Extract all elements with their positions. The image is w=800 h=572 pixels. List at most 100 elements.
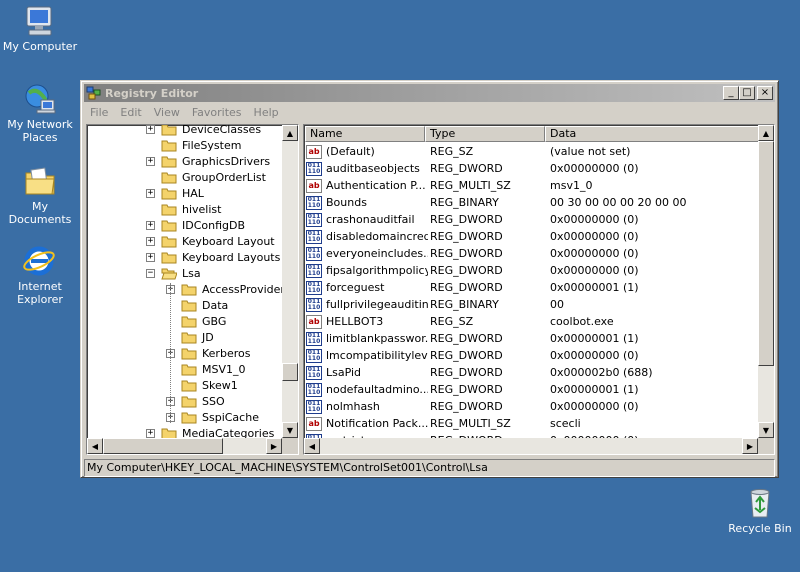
tree-item[interactable]: + Keyboard Layout (146, 233, 275, 249)
desktop-icon-my-network-places[interactable]: My Network Places (0, 82, 80, 144)
menu-view[interactable]: View (148, 106, 186, 119)
value-type: REG_BINARY (430, 298, 499, 311)
tree-item[interactable]: Data (166, 297, 228, 313)
maximize-button[interactable]: □ (739, 86, 755, 100)
list-row[interactable]: 011 110 crashonauditfail REG_DWORD 0x0000000… (306, 211, 758, 228)
list-row[interactable]: 011 110 fipsalgorithmpolicy REG_DWORD 0x0000… (306, 262, 758, 279)
menu-edit[interactable]: Edit (114, 106, 147, 119)
tree-item[interactable]: JD (166, 329, 214, 345)
scroll-thumb[interactable] (282, 363, 298, 381)
value-name: Notification Pack... (326, 417, 428, 430)
list-row[interactable]: 011 110 auditbaseobjects REG_DWORD 0x0000000… (306, 160, 758, 177)
tree-item[interactable]: + HAL (146, 185, 204, 201)
tree-item[interactable]: MSV1_0 (166, 361, 246, 377)
value-data: 00 30 00 00 00 20 00 00 (550, 196, 687, 209)
scroll-up-button[interactable]: ▲ (758, 125, 774, 141)
collapse-icon[interactable]: − (146, 268, 155, 278)
minimize-button[interactable]: _ (723, 86, 739, 100)
value-name: auditbaseobjects (326, 162, 420, 175)
tree-item-label: Data (202, 298, 229, 312)
value-data: 0x00000000 (0) (550, 162, 639, 175)
folder-icon (181, 380, 197, 391)
expand-icon[interactable]: + (146, 236, 155, 246)
tree-item-label: GBG (202, 314, 227, 328)
scroll-right-button[interactable]: ▶ (266, 438, 282, 454)
expand-icon[interactable]: + (146, 220, 155, 230)
tree-item[interactable]: + SspiCache (166, 409, 259, 425)
list-row[interactable]: 011 110 LsaPid REG_DWORD 0x000002b0 (688) (306, 364, 758, 381)
network-icon (25, 84, 56, 114)
column-header-type[interactable]: Type (425, 126, 545, 142)
scroll-down-button[interactable]: ▼ (282, 422, 298, 438)
column-header-data[interactable]: Data (545, 126, 759, 142)
value-data: 0x00000000 (0) (550, 349, 639, 362)
desktop-icon-my-computer[interactable]: My Computer (0, 4, 80, 53)
list-row[interactable]: 011 110 limitblankpasswor... REG_DWORD 0x000… (306, 330, 758, 347)
list-row[interactable]: 011 110 lmcompatibilitylevel REG_DWORD 0x000… (306, 347, 758, 364)
tree-item[interactable]: + SSO (166, 393, 225, 409)
value-name: nodefaultadmino... (326, 383, 428, 396)
tree-horizontal-scrollbar[interactable]: ◀ ▶ (87, 438, 282, 454)
tree-item[interactable]: + Kerberos (166, 345, 250, 361)
list-row[interactable]: ab HELLBOT3 REG_SZ coolbot.exe (306, 313, 758, 330)
list-vertical-scrollbar[interactable]: ▲ ▼ (758, 125, 774, 438)
expand-icon[interactable]: + (146, 428, 155, 438)
desktop-icon-internet-explorer[interactable]: Internet Explorer (0, 244, 80, 306)
scroll-thumb[interactable] (758, 141, 774, 366)
list-row[interactable]: 011 110 fullprivilegeauditing REG_BINARY 00 (306, 296, 758, 313)
tree-item[interactable]: − Lsa (146, 265, 201, 281)
scroll-left-button[interactable]: ◀ (87, 438, 103, 454)
list-row[interactable]: ab (Default) REG_SZ (value not set) (306, 143, 758, 160)
binary-value-icon: 011110 (306, 348, 322, 363)
registry-key-tree[interactable]: + DeviceClasses FileSystem + GraphicsDrivers… (86, 124, 299, 455)
list-row[interactable]: 011 110 Bounds REG_BINARY 00 30 00 00 00 20 … (306, 194, 758, 211)
menu-favorites[interactable]: Favorites (186, 106, 248, 119)
tree-item[interactable]: + DeviceClasses (146, 124, 262, 137)
tree-item[interactable]: GroupOrderList (146, 169, 266, 185)
desktop-icon-my-documents[interactable]: My Documents (0, 164, 80, 226)
list-row[interactable]: ab Notification Pack... REG_MULTI_SZ scecli (306, 415, 758, 432)
list-row[interactable]: ab Authentication P... REG_MULTI_SZ msv1_0 (306, 177, 758, 194)
close-button[interactable]: × (757, 86, 773, 100)
registry-values-list[interactable]: Name Type Data ab (Default) REG_SZ (value n… (303, 124, 775, 455)
tree-item[interactable]: hivelist (146, 201, 221, 217)
desktop-icon-label: My Documents (8, 200, 72, 226)
scroll-right-button[interactable]: ▶ (742, 438, 758, 454)
menu-file[interactable]: File (84, 106, 114, 119)
expand-icon[interactable]: + (146, 156, 155, 166)
expand-icon[interactable]: + (146, 125, 155, 134)
list-row[interactable]: 011 110 nolmhash REG_DWORD 0x00000000 (0) (306, 398, 758, 415)
scroll-up-button[interactable]: ▲ (282, 125, 298, 141)
column-header-name[interactable]: Name (305, 126, 425, 142)
expand-icon[interactable]: + (146, 252, 155, 262)
tree-item[interactable]: Skew1 (166, 377, 238, 393)
desktop-icon-recycle-bin[interactable]: Recycle Bin (720, 486, 800, 535)
tree-item[interactable]: FileSystem (146, 137, 241, 153)
scroll-thumb[interactable] (103, 438, 223, 454)
scroll-corner (758, 438, 774, 454)
value-name: forceguest (326, 281, 385, 294)
expand-icon[interactable]: + (146, 188, 155, 198)
list-row[interactable]: 011 110 forceguest REG_DWORD 0x00000001 (1) (306, 279, 758, 296)
menu-help[interactable]: Help (248, 106, 285, 119)
scroll-down-button[interactable]: ▼ (758, 422, 774, 438)
scroll-left-button[interactable]: ◀ (304, 438, 320, 454)
tree-item[interactable]: + AccessProviders (166, 281, 291, 297)
arrow-left-icon: ◀ (91, 441, 99, 451)
list-row[interactable]: 011 110 everyoneincludes... REG_DWORD 0x0000… (306, 245, 758, 262)
value-data: 0x00000000 (0) (550, 213, 639, 226)
list-row[interactable]: 011 110 nodefaultadmino... REG_DWORD 0x00000… (306, 381, 758, 398)
list-row[interactable]: 011 110 disabledomaincreds REG_DWORD 0x00000… (306, 228, 758, 245)
tree-item[interactable]: + GraphicsDrivers (146, 153, 270, 169)
tree-item-label: DeviceClasses (182, 124, 262, 136)
folder-icon (181, 396, 197, 407)
binary-value-icon: 011110 (306, 365, 322, 380)
tree-vertical-scrollbar[interactable]: ▲ ▼ (282, 125, 298, 438)
tree-item[interactable]: GBG (166, 313, 226, 329)
registry-editor-icon (86, 86, 101, 100)
title-bar[interactable]: Registry Editor _ □ × (84, 84, 775, 102)
list-horizontal-scrollbar[interactable]: ◀ ▶ (304, 438, 758, 454)
value-data: 0x00000000 (0) (550, 230, 639, 243)
tree-item[interactable]: + IDConfigDB (146, 217, 245, 233)
tree-item[interactable]: + Keyboard Layouts (146, 249, 280, 265)
